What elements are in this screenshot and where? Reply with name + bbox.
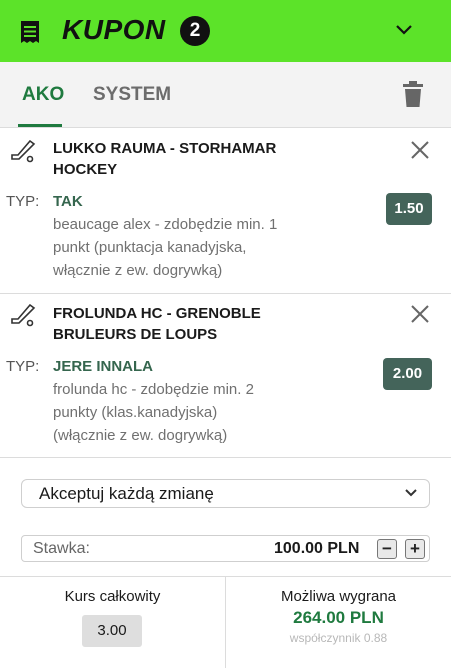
trash-icon[interactable]: [403, 81, 423, 107]
stake-field[interactable]: Stawka: 100.00 PLN − +: [21, 535, 430, 562]
divider: [0, 457, 451, 458]
match-name: LUKKO RAUMA - STORHAMAR HOCKEY: [53, 140, 277, 178]
total-odds-label: Kurs całkowity: [64, 588, 161, 605]
coupon-header[interactable]: KUPON 2: [0, 0, 451, 62]
coupon-title: KUPON: [62, 14, 166, 45]
chevron-down-icon[interactable]: [394, 22, 414, 38]
odds-badge: 2.00: [383, 358, 432, 390]
pick-description: frolunda hc - zdobędzie min. 2 punkty (k…: [53, 381, 254, 444]
coefficient-text: współczynnik 0.88: [289, 631, 388, 645]
coupon-summary: Kurs całkowity 3.00 Możliwa wygrana 264.…: [0, 577, 451, 668]
receipt-icon: [21, 21, 39, 43]
total-odds-value: 3.00: [82, 615, 142, 647]
stake-increase-button[interactable]: +: [405, 539, 425, 559]
pick-description: beaucage alex - zdobędzie min. 1 punkt (…: [53, 216, 278, 279]
tab-system[interactable]: SYSTEM: [93, 84, 171, 106]
hockey-stick-icon: [11, 304, 36, 327]
close-icon[interactable]: [410, 304, 430, 324]
stake-label: Stawka:: [33, 540, 90, 557]
match-name: FROLUNDA HC - GRENOBLE BRULEURS DE LOUPS: [53, 305, 261, 343]
pick-name: TAK: [53, 193, 83, 210]
accept-changes-value: Akceptuj każdą zmianę: [39, 484, 214, 503]
possible-win-label: Możliwa wygrana: [280, 588, 397, 605]
bet-item: FROLUNDA HC - GRENOBLE BRULEURS DE LOUPS…: [0, 294, 451, 456]
active-tab-indicator: [18, 124, 62, 127]
pick-name: JERE INNALA: [53, 358, 154, 375]
tab-ako[interactable]: AKO: [22, 84, 64, 106]
chevron-down-icon: [405, 489, 417, 497]
odds-badge: 1.50: [386, 193, 432, 225]
possible-win-value: 264.00 PLN: [293, 608, 384, 627]
typ-label: TYP:: [6, 358, 40, 375]
bet-item: LUKKO RAUMA - STORHAMAR HOCKEY TYP: TAK …: [0, 128, 451, 293]
stake-amount[interactable]: 100.00 PLN: [274, 540, 359, 558]
bet-count-badge: 2: [180, 16, 210, 46]
tab-bar: AKO SYSTEM: [0, 62, 451, 128]
accept-changes-select[interactable]: Akceptuj każdą zmianę: [21, 479, 430, 508]
hockey-stick-icon: [11, 140, 36, 163]
stake-decrease-button[interactable]: −: [377, 539, 397, 559]
typ-label: TYP:: [6, 193, 40, 210]
close-icon[interactable]: [410, 140, 430, 160]
